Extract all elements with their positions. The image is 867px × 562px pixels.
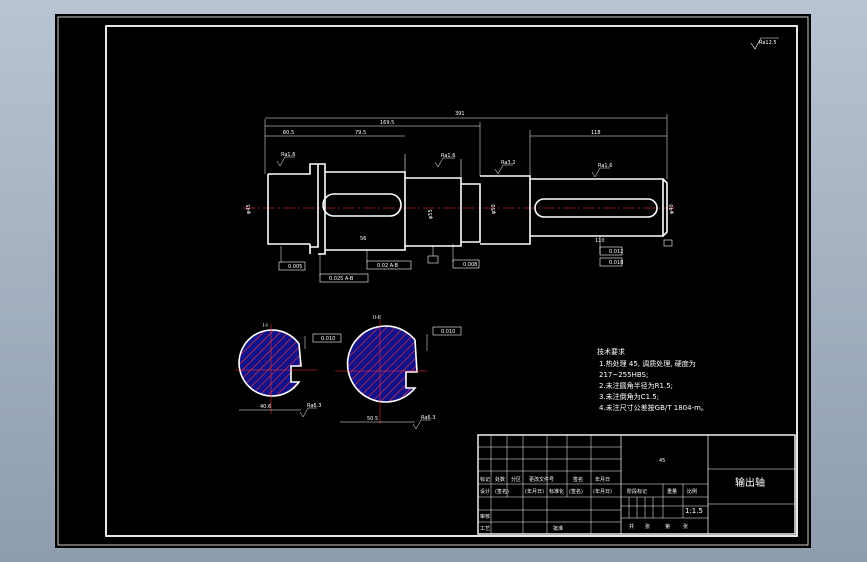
svg-text:Ra6.3: Ra6.3 [307,403,321,409]
dim-dia-left: φ45 [246,204,252,214]
dim-dia-mid: φ55 [428,209,434,219]
tolerance-frame-c: 0.02 A-B [366,250,412,270]
svg-text:0.02 A-B: 0.02 A-B [377,263,399,269]
svg-text:审核: 审核 [480,513,490,520]
svg-text:Ra6.3: Ra6.3 [421,415,435,421]
dim-overall: 391 [455,111,465,117]
dim-span-a: 169.5 [380,120,394,126]
tolerance-frame-a: 0.005 [278,246,306,271]
svg-text:0.010: 0.010 [321,336,335,342]
svg-text:0.010: 0.010 [441,329,455,335]
svg-text:标记: 标记 [480,476,490,483]
svg-text:Ra1.6: Ra1.6 [598,163,612,169]
shaft-main-view: 391 169.5 60.5 79.5 118 φ45 φ55 φ50 φ40 … [243,111,677,283]
material-value: 45 [659,458,665,464]
svg-text:更改文件号: 更改文件号 [529,476,554,483]
outer-frame [57,16,809,546]
roughness-symbol: Ra12.5 [750,37,779,50]
svg-text:(年月日): (年月日) [525,488,544,495]
svg-text:比例: 比例 [687,488,697,495]
svg-text:工艺: 工艺 [480,526,490,532]
svg-text:张: 张 [683,523,688,530]
svg-text:第: 第 [665,523,670,530]
svg-text:重量: 重量 [667,488,677,495]
svg-text:设计: 设计 [480,488,490,495]
svg-text:Ra3.2: Ra3.2 [501,160,515,166]
svg-text:Ra1.6: Ra1.6 [441,153,455,159]
svg-text:处数: 处数 [495,476,505,483]
dim-span-d: 118 [591,130,601,136]
svg-text:标准化: 标准化 [549,488,564,495]
inner-frame [105,25,798,537]
svg-text:(签名): (签名) [495,488,509,495]
dim-span-b: 60.5 [283,130,294,136]
cad-drawing: Ra12.5 391 169.5 60.5 79.5 118 φ45 φ55 φ… [57,16,809,546]
svg-text:批准: 批准 [553,525,563,532]
tech-note-line: 1.热处理 45, 调质处理, 硬度为 [599,359,696,368]
svg-text:(签名): (签名) [569,488,583,495]
svg-text:0.012: 0.012 [609,249,623,255]
dim-span-c: 79.5 [355,130,366,136]
dim-dia-right: φ40 [669,204,675,214]
svg-text:阶段标记: 阶段标记 [627,488,647,495]
drawing-sheet: Ra12.5 391 169.5 60.5 79.5 118 φ45 φ55 φ… [55,14,811,548]
svg-text:(年月日): (年月日) [593,488,612,495]
technical-requirements: 技术要求 1.热处理 45, 调质处理, 硬度为 217~255HBS; 2.未… [597,347,708,412]
svg-text:I-I: I-I [263,323,268,329]
tolerance-frame-d [427,246,439,264]
tolerance-frame-e: 0.008 [452,244,480,269]
svg-text:0.018: 0.018 [609,260,623,266]
svg-text:50.5: 50.5 [367,416,378,422]
svg-text:签名: 签名 [573,476,583,483]
svg-text:张: 张 [645,523,650,530]
section-view-a: I-I 0.010 40.6 Ra6.3 [235,323,342,418]
tech-notes-title: 技术要求 [597,347,625,356]
svg-text:共: 共 [629,523,634,530]
tech-note-line: 2.未注圆角半径为R1.5; [599,381,673,390]
svg-text:Ra1.6: Ra1.6 [281,152,295,158]
svg-text:II-II: II-II [373,315,381,321]
svg-text:Ra12.5: Ra12.5 [759,40,777,46]
dim-key-a: 56 [360,236,366,242]
part-name: 输出轴 [735,476,765,489]
svg-text:0.005: 0.005 [288,264,302,270]
tech-note-line: 3.未注倒角为C1.5; [599,392,659,401]
scale-value: 1:1.5 [685,507,703,515]
dim-dia-mid2: φ50 [491,204,497,214]
svg-text:40.6: 40.6 [260,404,271,410]
svg-text:0.025 A-B: 0.025 A-B [329,276,354,282]
tech-note-line: 217~255HBS; [599,371,648,379]
svg-text:0.008: 0.008 [463,262,477,268]
svg-text:年月日: 年月日 [595,476,610,483]
tech-note-line: 4.未注尺寸公差按GB/T 1804-m。 [599,403,708,412]
tolerance-frame-b: 0.025 A-B [319,254,369,283]
section-view-b: II-II 0.010 50.5 Ra6.3 [335,315,462,430]
keyway-left [322,193,402,217]
svg-text:分区: 分区 [511,476,521,483]
